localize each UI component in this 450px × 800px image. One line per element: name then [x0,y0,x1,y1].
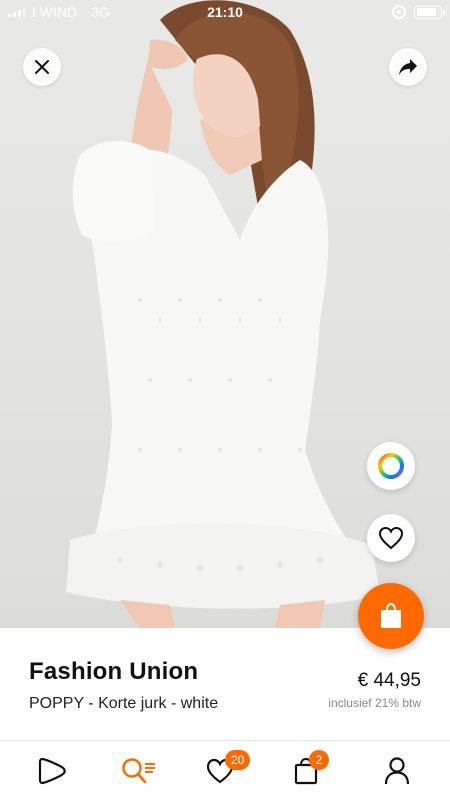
signal-icon [8,7,26,17]
user-icon [384,756,410,784]
bottom-navigation: 20 2 [0,740,450,800]
vat-note: inclusief 21% btw [328,696,421,710]
cart-count-badge: 2 [309,749,329,770]
brand-name: Fashion Union [29,658,199,685]
heart-icon [378,526,404,550]
shopping-bag-icon [381,602,401,628]
product-price: € 44,95 [357,670,421,691]
network-type: 3G [91,4,110,20]
close-button[interactable] [23,48,61,86]
nav-wishlist[interactable]: 20 [199,749,251,793]
nav-cart[interactable]: 2 [285,749,337,793]
carrier-name: I WIND [32,4,78,20]
nav-search[interactable] [113,749,165,793]
wishlist-count-badge: 20 [225,749,251,770]
zalando-logo-icon [38,757,66,784]
status-bar: I WIND 3G 21:10 [0,0,450,24]
product-title: POPPY - Korte jurk - white [29,695,219,712]
rotation-lock-icon [392,5,406,19]
battery-icon [414,5,445,19]
color-wheel-icon [378,453,404,479]
close-icon [35,60,49,74]
search-list-icon [122,757,155,783]
add-to-cart-button[interactable] [358,583,424,649]
share-icon [399,59,417,75]
color-options-button[interactable] [367,442,415,490]
nav-account[interactable] [371,749,423,793]
nav-home[interactable] [27,749,79,793]
wishlist-button[interactable] [367,514,415,562]
share-button[interactable] [389,48,427,86]
